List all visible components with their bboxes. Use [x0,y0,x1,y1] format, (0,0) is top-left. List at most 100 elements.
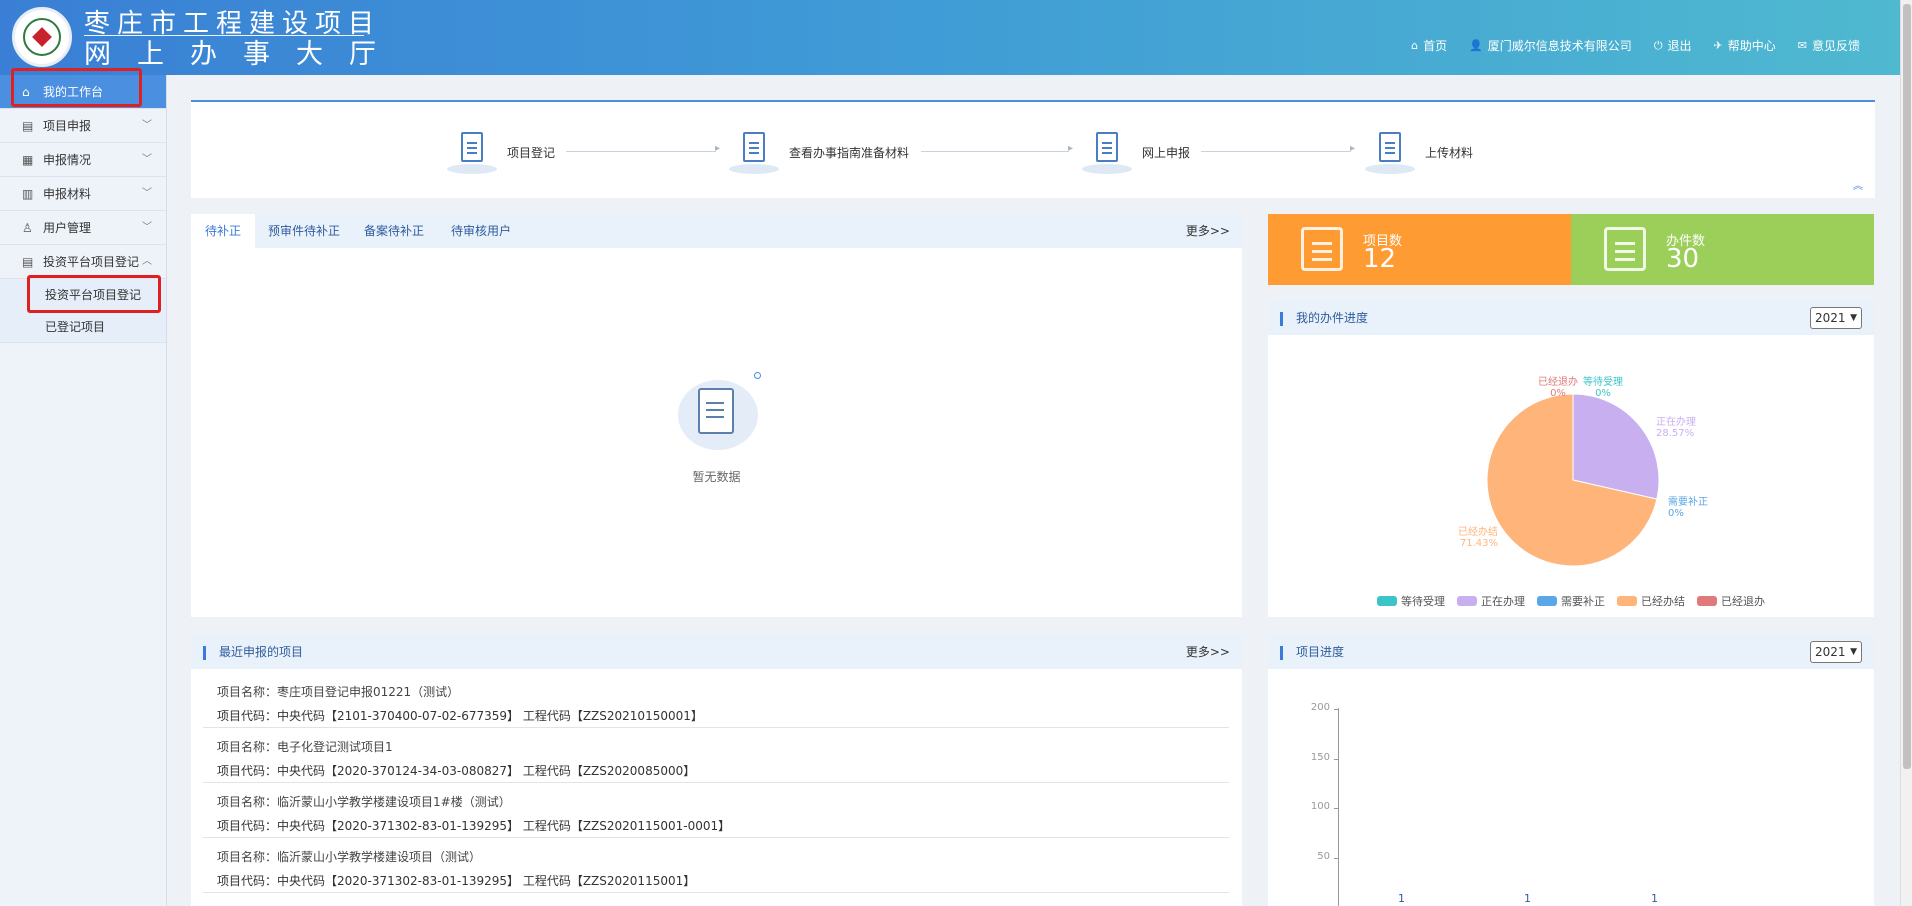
year-select[interactable]: 2021 ▼ [1810,641,1862,663]
chevron-down-icon: ﹀ [142,188,152,199]
help-icon: ✈ [1713,39,1723,52]
case-progress-pie-chart: 等待受理0%正在办理28.57%需要补正0%已经办结71.43%已经退办0% [1458,375,1708,567]
legend-label: 正在办理 [1481,595,1525,608]
sidebar-item-apply-materials[interactable]: ▥ 申报材料 ﹀ [0,177,166,211]
highlight-box-workbench [11,68,142,107]
project-code: 项目代码：中央代码【2020-371302-83-01-139295】 工程代码… [217,874,696,888]
y-tick [1334,858,1338,859]
user-icon: ♙ [22,221,33,235]
nav-home-label: 首页 [1423,39,1448,53]
bar-value-label: 1 [1398,892,1405,905]
list-item[interactable]: 项目名称：临沂蒙山小学教学楼建设项目（测试） 项目代码：中央代码【2020-37… [203,838,1229,893]
year-select[interactable]: 2021 ▼ [1810,307,1862,329]
project-code: 项目代码：中央代码【2020-370124-34-03-080827】 工程代码… [217,764,696,778]
scrollbar-thumb[interactable] [1903,4,1911,769]
site-title-line2: 网上办事大厅 [84,39,402,70]
materials-icon: ▥ [22,187,34,201]
city-logo [12,7,72,67]
sidebar-item-investment-platform[interactable]: ▤ 投资平台项目登记 ︿ [0,245,166,279]
tab-bar: 待补正 预审件待补正 备案待补正 待审核用户 更多>> [191,214,1242,248]
legend-item[interactable]: 已经退办 [1697,593,1765,609]
list-item[interactable]: 项目名称：枣庄项目登记申报01221（测试） 项目代码：中央代码【2101-37… [203,673,1229,728]
y-tick [1334,709,1338,710]
tray-upload-icon [1365,130,1415,174]
nav-feedback[interactable]: ✉ 意见反馈 [1798,37,1860,54]
header-accent-bar [1280,312,1283,326]
process-steps-panel: 项目登记 查看办事指南准备材料 网上申报 上传材料 ︽ [191,100,1875,198]
panel-title: 我的办件进度 [1296,311,1369,325]
empty-state-text: 暂无数据 [692,470,741,484]
tab-prereview-correction[interactable]: 预审件待补正 [254,214,354,248]
step-view-guide[interactable]: 查看办事指南准备材料 [729,130,909,174]
sidebar-item-user-management[interactable]: ♙ 用户管理 ﹀ [0,211,166,245]
nav-user-label: 厦门威尔信息技术有限公司 [1487,39,1632,53]
panel-title: 最近申报的项目 [219,645,304,659]
step-arrow [566,143,720,154]
step-arrow [921,143,1073,154]
tab-filing-correction[interactable]: 备案待补正 [350,214,438,248]
bar-value-label: 1 [1651,892,1658,905]
tab-pending-users[interactable]: 待审核用户 [437,214,525,248]
step-label: 网上申报 [1142,145,1191,160]
legend-item[interactable]: 已经办结 [1617,593,1685,609]
sidebar-item-project-apply[interactable]: ▤ 项目申报 ﹀ [0,109,166,143]
y-tick-label: 100 [1310,801,1330,812]
guide-document-icon [729,130,779,174]
stat-value: 12 [1363,244,1397,274]
sidebar-item-apply-status[interactable]: ▦ 申报情况 ﹀ [0,143,166,177]
nav-user[interactable]: 👤 厦门威尔信息技术有限公司 [1469,37,1632,54]
tab-pending-correction[interactable]: 待补正 [191,214,256,248]
power-icon: ⏻ [1653,38,1663,52]
sidebar-item-label: 申报情况 [43,153,92,167]
feedback-icon: ✉ [1797,39,1807,52]
nav-help-label: 帮助中心 [1727,39,1776,53]
tabs-more-link[interactable]: 更多>> [1186,214,1230,248]
y-tick [1334,759,1338,760]
folder-list-icon [1301,227,1343,271]
recent-more-link[interactable]: 更多>> [1186,635,1230,669]
step-online-apply[interactable]: 网上申报 [1082,130,1190,174]
chevron-down-icon: ▼ [1850,647,1857,657]
sidebar-subitem-registered-projects[interactable]: 已登记项目 [0,311,166,343]
chevron-down-icon: ﹀ [142,154,152,165]
step-label: 查看办事指南准备材料 [789,145,910,160]
year-select-value: 2021 [1815,311,1846,325]
document-edit-icon: ▤ [22,119,34,133]
list-item[interactable]: 项目名称：电子化登记测试项目1 项目代码：中央代码【2020-370124-34… [203,728,1229,783]
project-name: 项目名称：电子化登记测试项目1 [217,740,393,754]
legend-swatch [1537,596,1557,606]
legend-label: 需要补正 [1561,595,1605,608]
panel-header: 我的办件进度 2021 ▼ [1268,301,1874,335]
legend-item[interactable]: 正在办理 [1457,593,1525,609]
project-code: 项目代码：中央代码【2101-370400-07-02-677359】 工程代码… [217,709,703,723]
legend-item[interactable]: 等待受理 [1377,593,1445,609]
page-scrollbar[interactable] [1900,0,1912,906]
panel-header: 最近申报的项目 更多>> [191,635,1242,669]
project-name: 项目名称：临沂蒙山小学教学楼建设项目1#楼（测试） [217,795,511,809]
legend-swatch [1457,596,1477,606]
step-upload-materials[interactable]: 上传材料 [1365,130,1473,174]
project-progress-panel: 项目进度 2021 ▼ 200 150 100 50 1 1 1 [1268,635,1874,906]
sidebar: ⌂ 我的工作台 ▤ 项目申报 ﹀ ▦ 申报情况 ﹀ ▥ 申报材料 ﹀ ♙ 用户管… [0,75,167,906]
list-item[interactable]: 项目名称：临沂蒙山小学教学楼建设项目1#楼（测试） 项目代码：中央代码【2020… [203,783,1229,838]
home-icon: ⌂ [1411,39,1419,52]
nav-help[interactable]: ✈ 帮助中心 [1714,37,1776,54]
legend-item[interactable]: 需要补正 [1537,593,1605,609]
nav-logout[interactable]: ⏻ 退出 [1654,37,1692,54]
legend-label: 已经办结 [1641,595,1685,608]
recent-projects-panel: 最近申报的项目 更多>> 项目名称：枣庄项目登记申报01221（测试） 项目代码… [191,635,1242,906]
stat-case-count[interactable]: 办件数 30 [1571,214,1874,285]
logo-ring [23,18,61,56]
collapse-up-icon[interactable]: ︽ [1853,177,1863,192]
pie-slice-value: 0% [1668,508,1684,519]
user-icon: 👤 [1469,39,1483,52]
legend-swatch [1377,596,1397,606]
legend-label: 已经退办 [1721,595,1765,608]
project-name: 项目名称：枣庄项目登记申报01221（测试） [217,685,460,699]
step-project-register[interactable]: 项目登记 [447,130,555,174]
y-tick-label: 150 [1310,752,1330,763]
pie-slice-label: 需要补正 [1668,495,1708,508]
stat-project-count[interactable]: 项目数 12 [1268,214,1571,285]
nav-feedback-label: 意见反馈 [1811,39,1860,53]
nav-home[interactable]: ⌂ 首页 [1411,37,1447,54]
